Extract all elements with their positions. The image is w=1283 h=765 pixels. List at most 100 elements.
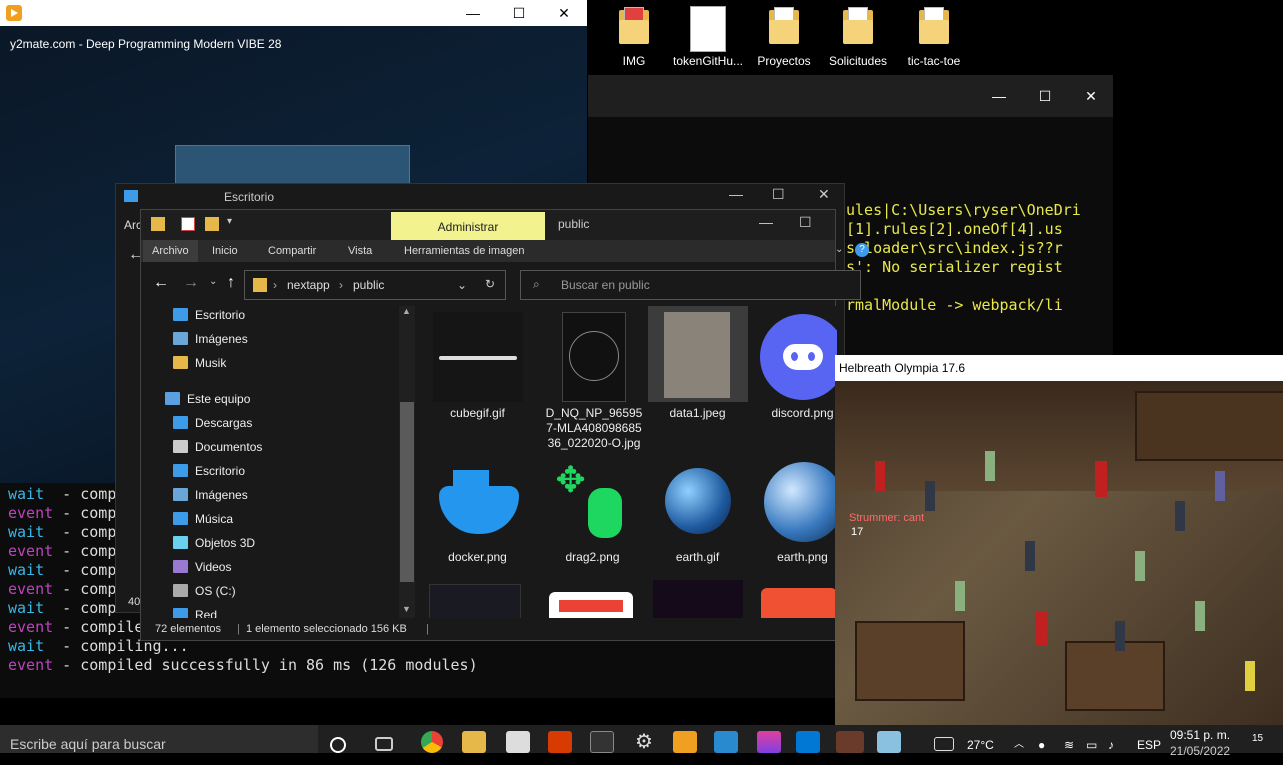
tab-inicio[interactable]: Inicio	[203, 240, 247, 262]
desktop-icon-img[interactable]: IMG	[598, 6, 670, 68]
refresh-icon[interactable]: ↻	[485, 277, 495, 291]
file-item[interactable]: ✥ drag2.png	[540, 456, 645, 565]
close-button[interactable]: ✕	[541, 0, 587, 26]
media-player-icon[interactable]	[673, 731, 697, 753]
scroll-up-icon[interactable]: ▲	[402, 306, 411, 316]
paint-icon[interactable]	[757, 731, 781, 753]
file-item[interactable]: discord.png	[750, 312, 837, 421]
breadcrumb-separator: ›	[339, 278, 343, 292]
file-explorer-icon[interactable]	[462, 731, 486, 753]
taskbar-search[interactable]: Escribe aquí para buscar	[0, 725, 318, 753]
file-item-selected[interactable]: data1.jpeg	[645, 306, 750, 421]
tab-archivo[interactable]: Archivo	[143, 240, 198, 262]
address-bar[interactable]: › nextapp › public ⌄ ↻	[244, 270, 506, 300]
properties-icon[interactable]	[181, 217, 195, 231]
weather-icon[interactable]	[934, 737, 954, 751]
antivirus-icon[interactable]: ●	[1038, 725, 1045, 765]
wifi-icon[interactable]: ≋	[1064, 725, 1074, 765]
file-item[interactable]: D_NQ_NP_965957-MLA40809868536_022020-O.j…	[540, 312, 648, 451]
folder-icon	[917, 6, 951, 46]
game-window[interactable]: Helbreath Olympia 17.6 Strummer: cant 17	[835, 355, 1283, 725]
close-button[interactable]: ✕	[1068, 83, 1114, 109]
desktop-icon-token[interactable]: tokenGitHu...	[672, 6, 744, 68]
store-icon[interactable]	[506, 731, 530, 753]
maximize-button[interactable]: ☐	[1022, 83, 1068, 109]
file-item[interactable]: earth.png	[750, 456, 837, 565]
desktop-icon-proyectos[interactable]: Proyectos	[748, 6, 820, 68]
clock[interactable]: 09:51 p. m. 21/05/2022	[1170, 727, 1230, 759]
log-text: - compiled successfully in 86 ms (126 mo…	[53, 656, 478, 674]
settings-gear-icon[interactable]: ⚙	[632, 731, 656, 753]
close-button[interactable]: ✕	[818, 186, 830, 203]
new-folder-icon[interactable]	[205, 217, 219, 231]
language-indicator[interactable]: ESP	[1137, 725, 1161, 765]
tab-herramientas-de-imagen[interactable]: Herramientas de imagen	[395, 240, 533, 262]
file-item[interactable]: earth.gif	[645, 456, 750, 565]
vscode-icon[interactable]	[796, 731, 820, 753]
office-icon[interactable]	[548, 731, 572, 753]
search-input[interactable]: ⌕ Buscar en public	[520, 270, 861, 300]
nav-item[interactable]: Música	[173, 508, 233, 530]
git-icon[interactable]	[761, 588, 837, 618]
breadcrumb-nextapp[interactable]: nextapp	[287, 278, 330, 292]
volume-icon[interactable]: ♪	[1108, 725, 1114, 765]
particles-thumbnail[interactable]	[653, 580, 743, 618]
chevron-down-icon[interactable]: ⌄	[835, 244, 843, 255]
tab-administrar[interactable]: Administrar	[391, 212, 545, 240]
maximize-button[interactable]: ☐	[496, 0, 542, 26]
navigation-scrollbar[interactable]: ▲ ▼	[399, 306, 415, 618]
nav-item-icon	[173, 356, 188, 369]
desktop-icon-tic-tac-toe[interactable]: tic-tac-toe	[898, 6, 970, 68]
battery-icon[interactable]: ▭	[1086, 725, 1097, 765]
chevron-down-icon[interactable]: ⌄	[457, 278, 467, 292]
scroll-down-icon[interactable]: ▼	[402, 604, 411, 614]
forward-arrow-icon[interactable]: →	[183, 274, 199, 292]
file-item[interactable]: docker.png	[425, 456, 530, 565]
minimize-button[interactable]: —	[759, 214, 773, 230]
chrome-icon[interactable]	[421, 731, 443, 753]
game-scene[interactable]: Strummer: cant 17	[835, 381, 1283, 725]
explorer-window-public[interactable]: ▾ Administrar public — ☐ Archivo Inicio …	[140, 209, 869, 641]
minimize-button[interactable]: —	[729, 186, 743, 202]
nav-item-icon	[173, 332, 188, 345]
chevron-down-icon[interactable]: ⌄	[209, 276, 217, 287]
nav-item[interactable]: Musik	[173, 352, 226, 374]
gmail-icon[interactable]	[549, 592, 633, 618]
nav-item[interactable]: Objetos 3D	[173, 532, 255, 554]
task-view-icon[interactable]	[375, 737, 393, 751]
game-taskbar-icon[interactable]	[836, 731, 864, 753]
nav-item[interactable]: Imágenes	[173, 328, 248, 350]
docker-icon	[433, 456, 523, 546]
up-arrow-icon[interactable]: ↑	[227, 274, 235, 292]
nav-item[interactable]: OS (C:)	[173, 580, 236, 602]
photos-icon[interactable]	[714, 731, 738, 753]
file-name: cubegif.gif	[450, 406, 505, 420]
chevron-down-icon[interactable]: ▾	[227, 216, 232, 227]
code-thumbnail[interactable]	[429, 584, 521, 618]
nav-item[interactable]: Escritorio	[173, 304, 245, 326]
notification-count[interactable]: 15	[1252, 725, 1263, 753]
file-item[interactable]: cubegif.gif	[425, 312, 530, 421]
nav-item[interactable]: Escritorio	[173, 460, 245, 482]
help-icon[interactable]: ?	[855, 243, 869, 257]
minimize-button[interactable]: —	[450, 0, 496, 26]
tab-vista[interactable]: Vista	[339, 240, 381, 262]
back-arrow-icon[interactable]: ←	[153, 274, 169, 292]
scrollbar-thumb[interactable]	[400, 402, 414, 582]
nav-item[interactable]: Videos	[173, 556, 231, 578]
nav-item[interactable]: Este equipo	[165, 388, 250, 410]
nav-item[interactable]: Imágenes	[173, 484, 248, 506]
breadcrumb-public[interactable]: public	[353, 278, 384, 292]
terminal-icon[interactable]	[590, 731, 614, 753]
desktop-icon-solicitudes[interactable]: Solicitudes	[822, 6, 894, 68]
maximize-button[interactable]: ☐	[799, 214, 812, 231]
nav-item[interactable]: Documentos	[173, 436, 262, 458]
tab-compartir[interactable]: Compartir	[259, 240, 325, 262]
paint-brush-icon[interactable]	[877, 731, 901, 753]
cortana-icon[interactable]	[330, 737, 346, 753]
chevron-up-icon[interactable]: ︿	[1014, 725, 1024, 765]
minimize-button[interactable]: —	[976, 83, 1022, 109]
nav-item[interactable]: Descargas	[173, 412, 252, 434]
maximize-button[interactable]: ☐	[772, 186, 785, 203]
weather-temp[interactable]: 27°C	[967, 725, 994, 765]
